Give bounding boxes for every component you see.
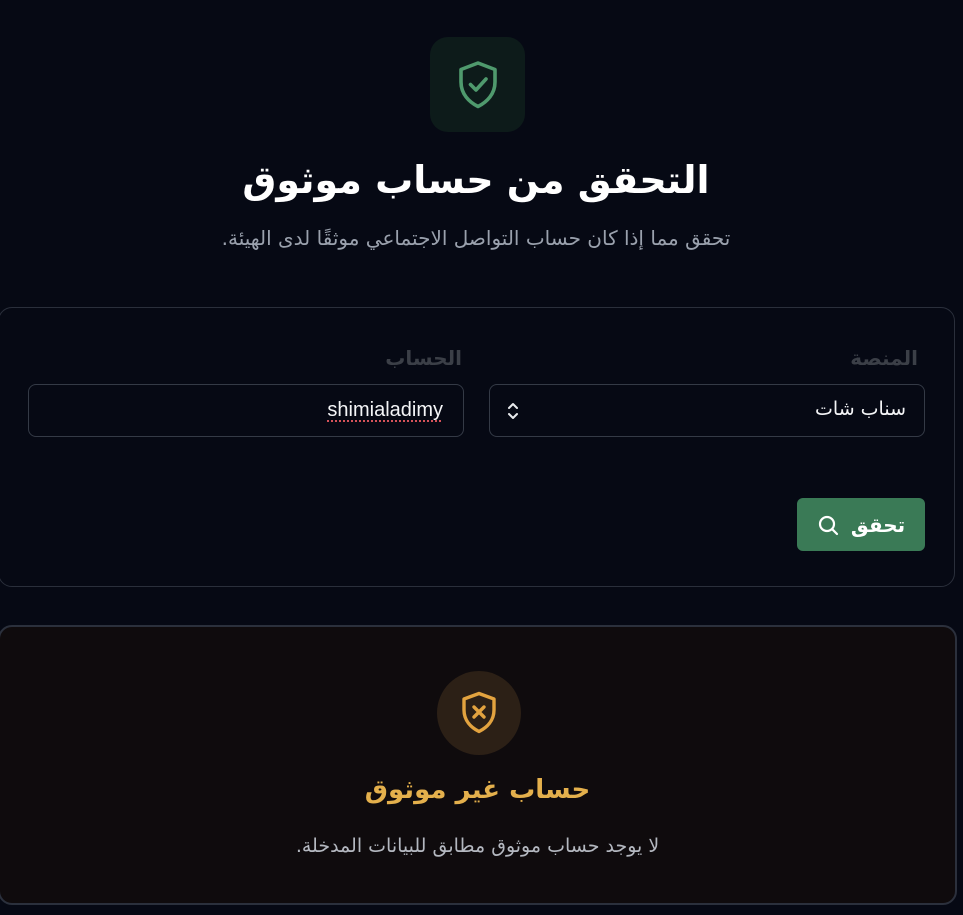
platform-select-value: سناب شات xyxy=(815,398,906,420)
result-message: لا يوجد حساب موثوق مطابق للبيانات المدخل… xyxy=(295,835,660,857)
verification-page: التحقق من حساب موثوق تحقق مما إذا كان حس… xyxy=(0,0,963,915)
result-card: حساب غير موثوق لا يوجد حساب موثوق مطابق … xyxy=(0,625,957,905)
verification-form-card: المنصة الحساب سناب شات shimialadimy تحقق xyxy=(0,307,955,587)
search-icon xyxy=(818,515,838,535)
shield-check-icon xyxy=(430,37,525,132)
verify-button[interactable]: تحقق xyxy=(797,498,925,551)
result-title: حساب غير موثوق xyxy=(364,775,591,805)
account-input[interactable]: shimialadimy xyxy=(28,384,464,437)
page-subtitle: تحقق مما إذا كان حساب التواصل الاجتماعي … xyxy=(221,226,731,250)
platform-select[interactable]: سناب شات xyxy=(489,384,925,437)
verify-button-label: تحقق xyxy=(850,512,906,537)
page-title: التحقق من حساب موثوق xyxy=(242,158,710,202)
account-input-value: shimialadimy xyxy=(327,399,443,421)
platform-label: المنصة xyxy=(850,346,918,370)
account-label: الحساب xyxy=(385,346,462,370)
shield-x-icon xyxy=(437,671,521,755)
chevron-up-down-icon xyxy=(508,403,518,419)
